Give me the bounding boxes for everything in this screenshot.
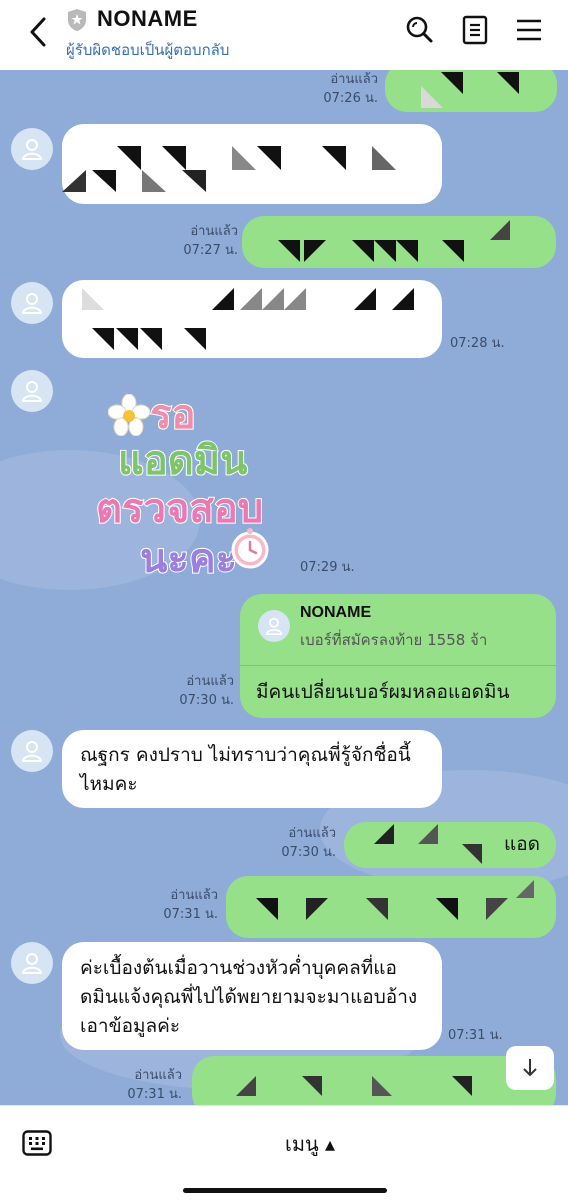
alarm-clock-icon <box>231 528 269 569</box>
user-icon <box>21 139 43 160</box>
chat-header: NONAME ผู้รับผิดชอบเป็นผู้ตอบกลับ <box>0 0 568 70</box>
user-icon <box>21 741 43 762</box>
scroll-down-button[interactable] <box>506 1046 554 1090</box>
read-receipt: อ่านแล้ว 07:26 น. <box>323 72 378 106</box>
avatar[interactable] <box>11 370 53 412</box>
back-arrow-icon[interactable] <box>22 14 56 50</box>
censor-pattern <box>226 876 556 938</box>
notes-icon[interactable] <box>460 14 490 46</box>
outgoing-message[interactable]: แอด <box>344 822 556 868</box>
search-icon[interactable] <box>404 14 434 46</box>
read-receipt: อ่านแล้ว 07:27 น. <box>183 224 238 258</box>
read-receipt: อ่านแล้ว 07:30 น. <box>179 674 234 708</box>
censor-pattern <box>192 1056 556 1105</box>
incoming-message[interactable] <box>62 280 442 358</box>
chat-title: NONAME <box>97 6 198 31</box>
user-icon <box>21 293 43 314</box>
censor-pattern <box>242 216 556 268</box>
avatar[interactable] <box>11 942 53 984</box>
outgoing-message[interactable] <box>192 1056 556 1105</box>
message-text: ค่ะเบื้องต้นเมื่อวานช่วงหัวค่ำบุคคลที่แอ… <box>80 957 418 1037</box>
read-receipt: อ่านแล้ว 07:30 น. <box>281 826 336 860</box>
home-indicator <box>183 1188 387 1193</box>
read-receipt: อ่านแล้ว 07:31 น. <box>127 1068 182 1102</box>
bottom-bar: เมนู ▴ <box>0 1105 568 1200</box>
censor-pattern <box>62 280 442 358</box>
chat-subtitle: ผู้รับผิดชอบเป็นผู้ตอบกลับ <box>66 41 230 59</box>
censor-pattern <box>62 124 442 204</box>
message-text: ณฐกร คงปราบ ไม่ทราบว่าคุณพี่รู้จักชื่อนี… <box>80 744 411 795</box>
keyboard-icon[interactable] <box>22 1130 52 1156</box>
avatar[interactable] <box>11 730 53 772</box>
incoming-message[interactable]: ค่ะเบื้องต้นเมื่อวานช่วงหัวค่ำบุคคลที่แอ… <box>62 942 442 1050</box>
censor-pattern <box>385 70 557 112</box>
message-text: แอด <box>504 833 540 855</box>
incoming-message[interactable] <box>62 124 442 204</box>
quote-text: เบอร์ที่สมัครลงท้าย 1558 จ้า <box>300 631 488 649</box>
censor-pattern <box>344 822 504 868</box>
quoted-message[interactable]: NONAME เบอร์ที่สมัครลงท้าย 1558 จ้า <box>240 594 556 666</box>
verified-shield-icon <box>68 9 86 31</box>
incoming-message[interactable]: ณฐกร คงปราบ ไม่ทราบว่าคุณพี่รู้จักชื่อนี… <box>62 730 442 808</box>
message-time: 07:29 น. <box>300 560 355 575</box>
sticker-text-line: นะคะ <box>139 535 238 583</box>
read-receipt: อ่านแล้ว 07:31 น. <box>163 888 218 922</box>
hamburger-menu-icon[interactable] <box>514 14 544 46</box>
sticker-wait-admin[interactable]: รอ แอดมิน ตรวจสอบ นะคะ <box>90 380 280 583</box>
outgoing-message[interactable] <box>385 70 557 112</box>
user-icon <box>21 381 43 402</box>
message-time: 07:28 น. <box>450 336 505 351</box>
outgoing-reply-message[interactable]: NONAME เบอร์ที่สมัครลงท้าย 1558 จ้า มีคน… <box>240 594 556 718</box>
avatar[interactable] <box>11 282 53 324</box>
outgoing-message[interactable] <box>242 216 556 268</box>
quote-sender: NONAME <box>300 604 372 621</box>
avatar[interactable] <box>11 128 53 170</box>
menu-toggle[interactable]: เมนู ▴ <box>285 1128 335 1160</box>
outgoing-message[interactable] <box>226 876 556 938</box>
message-time: 07:31 น. <box>448 1028 503 1043</box>
quote-avatar <box>258 610 290 642</box>
arrow-down-icon <box>523 1059 537 1077</box>
user-icon <box>21 953 43 974</box>
user-icon <box>265 617 283 635</box>
chat-area: อ่านแล้ว 07:26 น. อ่านแล้ว 07:27 น. 07:2… <box>0 70 568 1105</box>
message-text: มีคนเปลี่ยนเบอร์ผมหลอแอดมิน <box>256 681 510 703</box>
